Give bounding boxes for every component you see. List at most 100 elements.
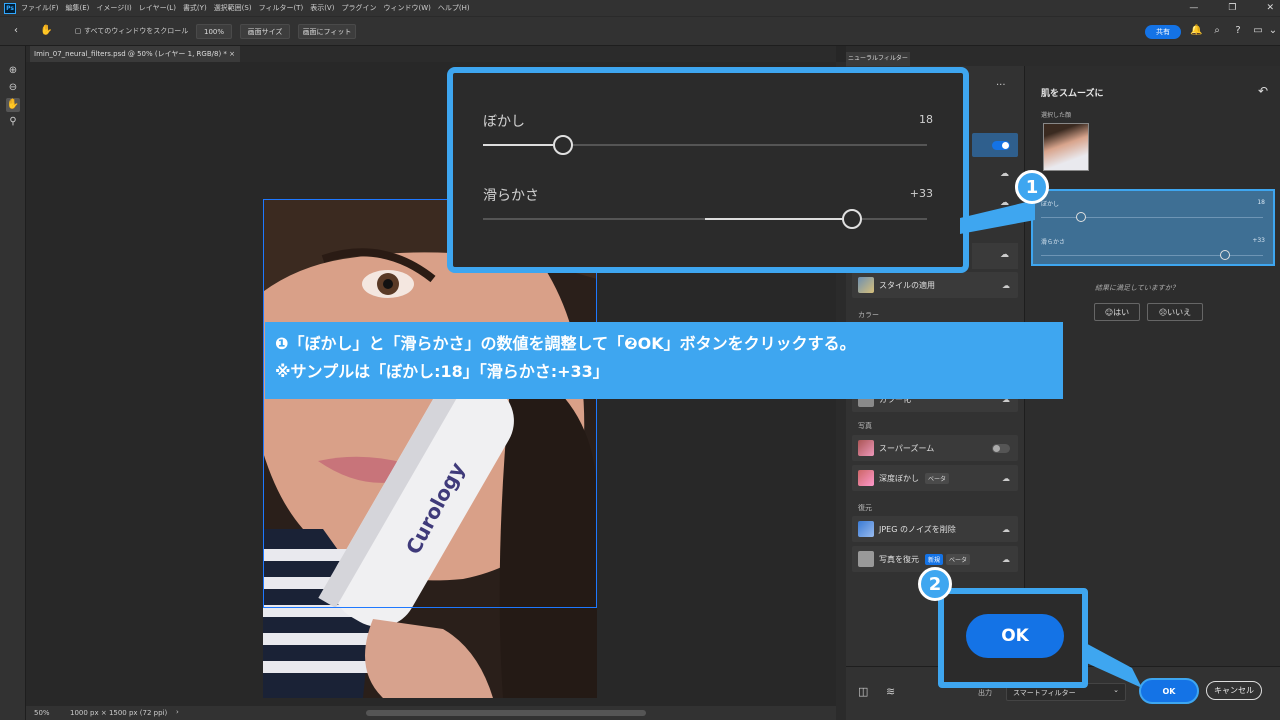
- horizontal-scrollbar[interactable]: [366, 710, 646, 716]
- output-value: スマートフィルター: [1013, 689, 1076, 697]
- zoom-blur-knob: [552, 135, 573, 155]
- blur-label-small: ぼかし: [1041, 201, 1060, 208]
- blur-value-small: 18: [1257, 199, 1265, 206]
- workspace-icon[interactable]: ▭: [1252, 25, 1264, 37]
- zoom-blur-label: ぼかし: [483, 114, 525, 130]
- category-photo: 写真: [858, 422, 872, 430]
- zoom-smooth-fill: [705, 218, 842, 220]
- more-icon[interactable]: ···: [996, 80, 1006, 91]
- step-1-badge: 1: [1015, 170, 1049, 204]
- fill-screen-button[interactable]: 画面にフィット: [298, 24, 356, 39]
- feedback-question: 結果に満足していますか？: [1095, 284, 1179, 292]
- ok-callout-pointer: [1080, 640, 1142, 688]
- scroll-all-label[interactable]: すべてのウィンドウをスクロール: [84, 26, 188, 36]
- hand-tool-icon[interactable]: ✋: [6, 98, 20, 112]
- skin-smoothing-row[interactable]: [972, 133, 1018, 157]
- instruction-line-2: ※サンプルは「ぼかし:18」「滑らかさ:+33」: [275, 362, 609, 381]
- cloud-icon[interactable]: ☁: [1000, 169, 1009, 179]
- instruction-banner: ❶「ぼかし」と「滑らかさ」の数値を調整して「❷OK」ボタンをクリックする。 ※サ…: [265, 322, 1063, 399]
- options-bar: ‹ ✋ ▢ すべてのウィンドウをスクロール 100% 画面サイズ 画面にフィット…: [0, 16, 1280, 46]
- zoom-smooth-knob: [841, 209, 862, 229]
- hand-icon[interactable]: ✋: [40, 25, 52, 37]
- ok-button-zoomed: OK: [966, 614, 1064, 658]
- help-icon[interactable]: ?: [1232, 25, 1244, 37]
- search-icon[interactable]: ⌕: [1211, 25, 1223, 37]
- status-bar: 50% 1000 px × 1500 px (72 ppi) ›: [26, 706, 836, 720]
- menu-type[interactable]: 書式(Y): [183, 3, 207, 13]
- document-tab-title: Imin_07_neural_filters.psd @ 50% (レイヤー 1…: [34, 50, 227, 58]
- zoom-blur-value: 18: [919, 113, 933, 126]
- filter-label: スーパーズーム: [879, 443, 935, 453]
- menu-plugins[interactable]: プラグイン: [341, 3, 376, 13]
- new-badge: 新規: [925, 553, 944, 565]
- zoom-out-icon[interactable]: ⊖: [6, 81, 20, 95]
- step-2-badge: 2: [918, 567, 952, 601]
- style-thumb-icon: [858, 277, 874, 293]
- zoom-callout: ぼかし 18 滑らかさ +33: [447, 67, 969, 273]
- chevron-down-icon[interactable]: ⌄: [1267, 25, 1279, 37]
- menu-file[interactable]: ファイル(F): [21, 3, 59, 13]
- menu-bar: Ps ファイル(F) 編集(E) イメージ(I) レイヤー(L) 書式(Y) 選…: [0, 0, 1280, 16]
- tools-panel: ⊕ ⊖ ✋ ⚲: [0, 46, 26, 720]
- checkbox-icon[interactable]: ▢: [72, 25, 84, 37]
- filter-item-super-zoom[interactable]: スーパーズーム: [852, 435, 1018, 461]
- menu-image[interactable]: イメージ(I): [96, 3, 131, 13]
- menu-select[interactable]: 選択範囲(S): [214, 3, 252, 13]
- zoom-100-button[interactable]: 100%: [196, 24, 232, 39]
- menu-layer[interactable]: レイヤー(L): [139, 3, 176, 13]
- yes-button[interactable]: ☺ はい: [1094, 303, 1140, 321]
- skin-smoothing-toggle[interactable]: [992, 141, 1010, 150]
- cloud-icon: ☁: [1002, 554, 1010, 564]
- document-tab[interactable]: Imin_07_neural_filters.psd @ 50% (レイヤー 1…: [30, 46, 240, 62]
- zoom-level[interactable]: 50%: [34, 709, 50, 717]
- back-icon[interactable]: ‹: [10, 25, 22, 37]
- filter-item-style-transfer[interactable]: スタイルの適用 ☁: [852, 272, 1018, 298]
- menu-view[interactable]: 表示(V): [310, 3, 334, 13]
- filter-title: 肌をスムーズに: [1041, 89, 1104, 99]
- output-label: 出力: [978, 689, 992, 697]
- yes-label: はい: [1113, 307, 1130, 317]
- category-color: カラー: [858, 311, 879, 319]
- selected-face-label: 選択した顔: [1041, 112, 1072, 119]
- layers-icon[interactable]: ≋: [886, 685, 895, 698]
- share-button[interactable]: 共有: [1145, 25, 1181, 39]
- compare-icon[interactable]: ◫: [858, 685, 868, 698]
- filter-item-jpeg[interactable]: JPEG のノイズを削除 ☁: [852, 516, 1018, 542]
- menu-window[interactable]: ウィンドウ(W): [383, 3, 430, 13]
- zoom-in-icon[interactable]: ⊕: [6, 64, 20, 78]
- restore-thumb-icon: [858, 551, 874, 567]
- close-window-button[interactable]: ✕: [1266, 0, 1274, 16]
- beta-badge: ベータ: [946, 553, 971, 565]
- superzoom-toggle[interactable]: [992, 444, 1010, 453]
- smooth-knob-small[interactable]: [1220, 250, 1231, 260]
- zoom-tool-icon[interactable]: ⚲: [6, 115, 20, 129]
- filter-item-depth-blur[interactable]: 深度ぼかし ベータ ☁: [852, 465, 1018, 491]
- maximize-button[interactable]: ❐: [1228, 0, 1236, 16]
- fit-screen-button[interactable]: 画面サイズ: [240, 24, 290, 39]
- face-thumbnail[interactable]: [1043, 123, 1089, 171]
- cloud-icon[interactable]: ☁: [1000, 250, 1009, 260]
- instruction-line-1: ❶「ぼかし」と「滑らかさ」の数値を調整して「❷OK」ボタンをクリックする。: [275, 334, 856, 353]
- slider-highlight: ぼかし 18 滑らかさ +33: [1031, 189, 1275, 266]
- menu-edit[interactable]: 編集(E): [66, 3, 90, 13]
- smooth-label-small: 滑らかさ: [1041, 239, 1066, 246]
- panel-header: [846, 46, 1280, 66]
- cancel-button[interactable]: キャンセル: [1206, 681, 1262, 700]
- blur-knob-small[interactable]: [1075, 212, 1086, 222]
- menu-help[interactable]: ヘルプ(H): [438, 3, 470, 13]
- bell-icon[interactable]: 🔔: [1190, 25, 1202, 37]
- filter-label: 深度ぼかし: [879, 473, 919, 483]
- undo-icon[interactable]: ↶: [1258, 84, 1268, 98]
- status-arrow[interactable]: ›: [176, 708, 179, 716]
- menu-filter[interactable]: フィルター(T): [259, 3, 304, 13]
- doc-size: 1000 px × 1500 px (72 ppi): [70, 709, 168, 717]
- smooth-value-small: +33: [1252, 237, 1265, 244]
- cloud-icon: ☁: [1002, 280, 1010, 290]
- tab-neural-filters[interactable]: ニューラルフィルター: [846, 52, 910, 66]
- cloud-icon: ☁: [1002, 524, 1010, 534]
- minimize-button[interactable]: —: [1189, 0, 1198, 16]
- blur-track-small[interactable]: [1041, 217, 1263, 218]
- depth-thumb-icon: [858, 470, 874, 486]
- no-button[interactable]: ☹ いいえ: [1147, 303, 1203, 321]
- close-tab-icon[interactable]: ×: [229, 50, 235, 58]
